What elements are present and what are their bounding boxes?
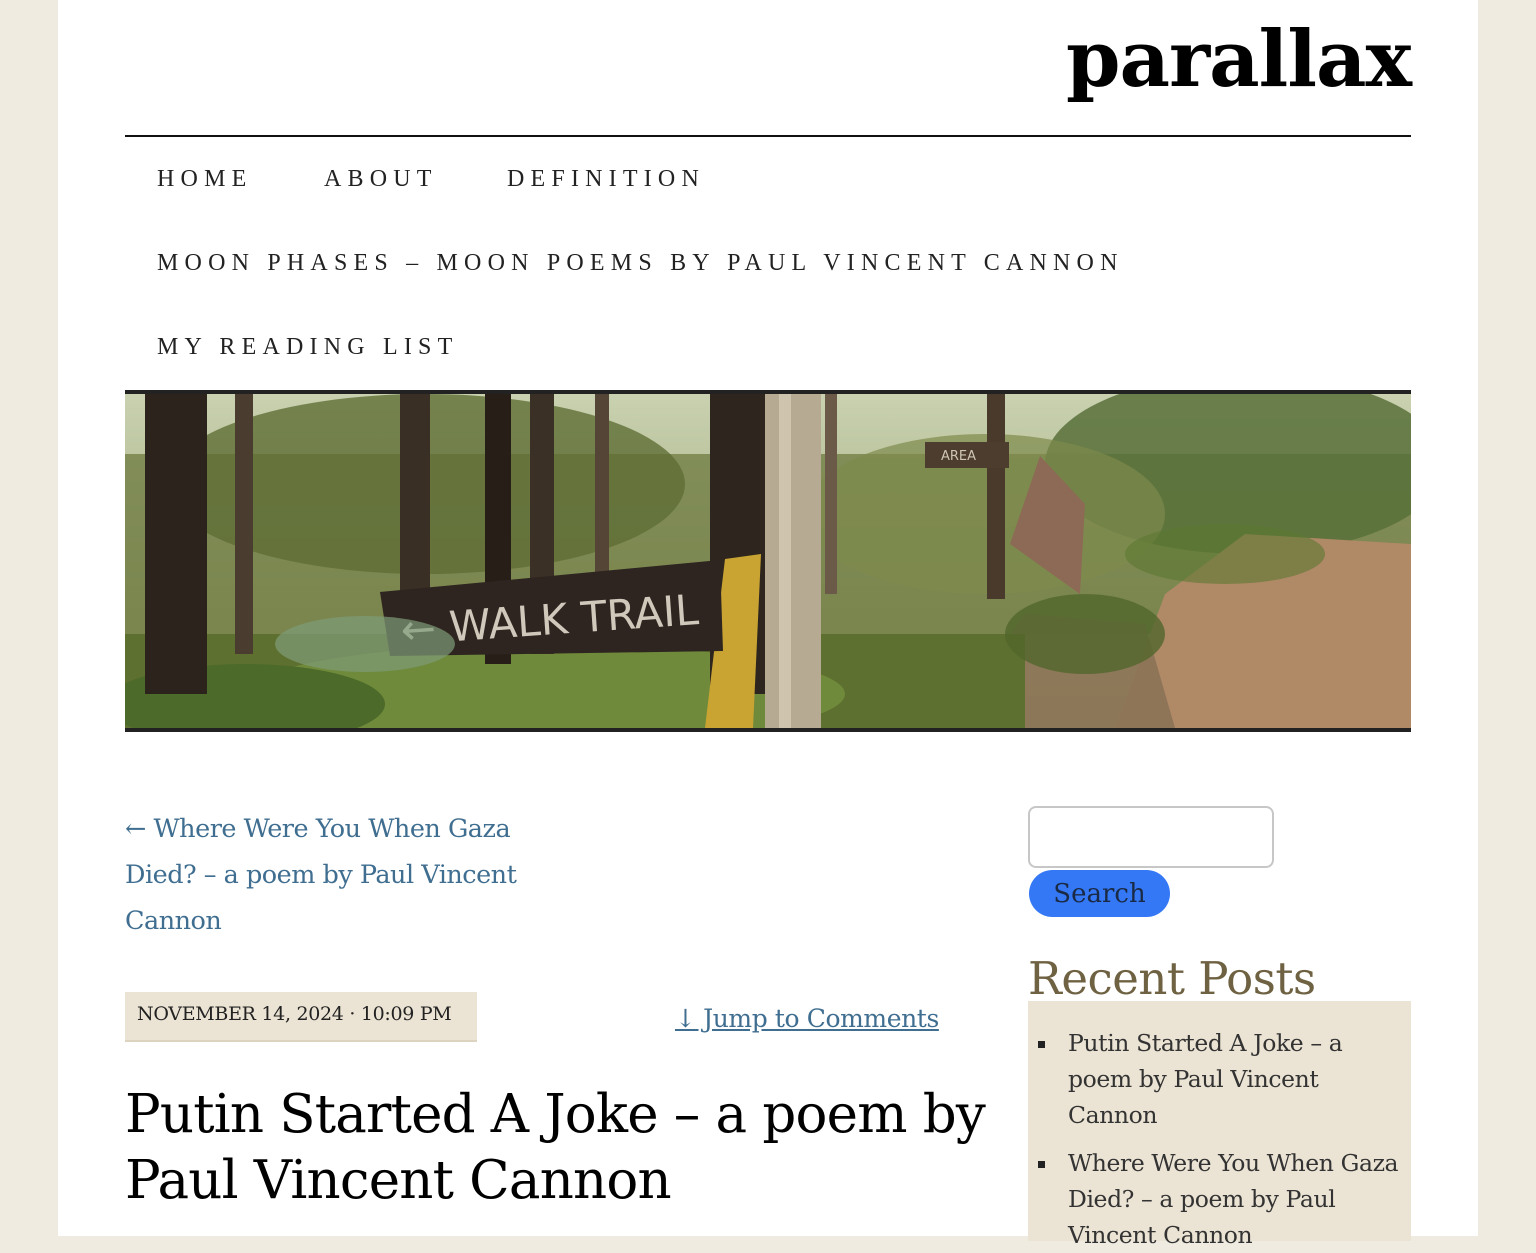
header-divider — [125, 135, 1411, 137]
search-input[interactable] — [1028, 806, 1274, 868]
site-title[interactable]: parallax — [1066, 14, 1412, 105]
walk-trail-photo: AREA ← WALK TRAIL — [125, 394, 1411, 728]
nav-item-moon-phases[interactable]: MOON PHASES – MOON POEMS BY PAUL VINCENT… — [157, 250, 1124, 277]
recent-posts-list: Putin Started A Joke – a poem by Paul Vi… — [1028, 1001, 1411, 1253]
header-banner-image: AREA ← WALK TRAIL — [125, 390, 1411, 732]
nav-item-about[interactable]: ABOUT — [324, 166, 438, 193]
post-date-badge: NOVEMBER 14, 2024 · 10:09 PM — [125, 992, 477, 1042]
square-bullet-icon — [1038, 1041, 1045, 1048]
svg-text:AREA: AREA — [941, 449, 976, 464]
list-item: Putin Started A Joke – a poem by Paul Vi… — [1028, 1025, 1411, 1133]
nav-item-definition[interactable]: DEFINITION — [507, 166, 705, 193]
search-button[interactable]: Search — [1029, 870, 1170, 917]
square-bullet-icon — [1038, 1161, 1045, 1168]
recent-posts-heading: Recent Posts — [1028, 952, 1316, 1005]
nav-item-home[interactable]: HOME — [157, 166, 252, 193]
recent-post-link[interactable]: Putin Started A Joke – a poem by Paul Vi… — [1068, 1025, 1403, 1133]
page: parallax HOME ABOUT DEFINITION MOON PHAS… — [58, 0, 1478, 1249]
list-item: Where Were You When Gaza Died? – a poem … — [1028, 1145, 1411, 1253]
recent-posts-widget: Putin Started A Joke – a poem by Paul Vi… — [1028, 1001, 1411, 1249]
nav-item-reading-list[interactable]: MY READING LIST — [157, 334, 458, 361]
recent-post-link[interactable]: Where Were You When Gaza Died? – a poem … — [1068, 1145, 1403, 1253]
previous-post-link[interactable]: ← Where Were You When Gaza Died? – a poe… — [125, 806, 545, 944]
jump-to-comments-link[interactable]: ↓ Jump to Comments — [675, 1004, 939, 1033]
post-title: Putin Started A Joke – a poem by Paul Vi… — [125, 1084, 986, 1211]
